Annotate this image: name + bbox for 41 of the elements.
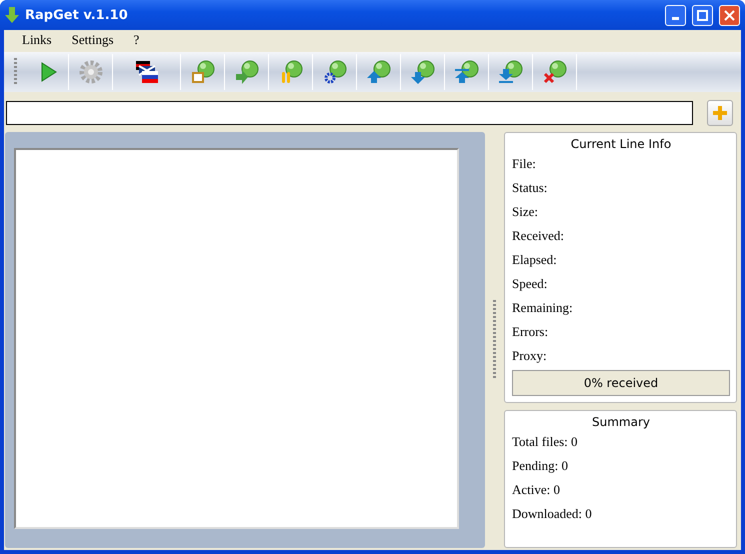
info-label: Remaining: bbox=[512, 299, 574, 317]
minimize-button[interactable] bbox=[665, 4, 686, 26]
flags-icon bbox=[134, 59, 160, 85]
progress-text: 0% received bbox=[584, 376, 658, 390]
info-label: Errors: bbox=[512, 323, 550, 341]
ball-icon bbox=[190, 59, 216, 85]
info-label: Speed: bbox=[512, 275, 548, 293]
menu-item[interactable]: Settings bbox=[62, 32, 124, 48]
ball-icon bbox=[410, 59, 436, 85]
summary-label: Downloaded: 0 bbox=[512, 505, 593, 523]
info-label: Proxy: bbox=[512, 347, 548, 365]
ball-icon bbox=[366, 59, 392, 85]
info-label: Elapsed: bbox=[512, 251, 558, 269]
download-arrow-icon bbox=[5, 7, 19, 23]
summary-label: Total files: 0 bbox=[512, 433, 579, 451]
info-label: File: bbox=[512, 155, 537, 173]
splitter-handle[interactable] bbox=[493, 300, 496, 380]
plus-icon bbox=[712, 105, 728, 121]
add-button[interactable] bbox=[707, 100, 733, 126]
ball-icon bbox=[322, 59, 348, 85]
minimize-icon bbox=[672, 17, 679, 20]
menu-item[interactable]: Links bbox=[12, 32, 62, 48]
summary-label: Pending: 0 bbox=[512, 457, 569, 475]
close-button[interactable] bbox=[719, 4, 740, 26]
info-label: Received: bbox=[512, 227, 565, 245]
close-icon bbox=[724, 10, 735, 20]
info-label: Size: bbox=[512, 203, 539, 221]
maximize-icon bbox=[697, 10, 708, 20]
ball-icon bbox=[234, 59, 260, 85]
panel-title: Summary bbox=[591, 415, 651, 429]
summary-label: Active: 0 bbox=[512, 481, 562, 499]
ball-icon bbox=[498, 59, 524, 85]
link-field[interactable] bbox=[6, 101, 693, 125]
info-label: Status: bbox=[512, 179, 548, 197]
maximize-button[interactable] bbox=[692, 4, 713, 26]
settings-icon bbox=[78, 59, 104, 85]
ball-icon bbox=[542, 59, 568, 85]
window-title: RapGet v.1.10 bbox=[25, 8, 128, 22]
menu-item[interactable]: ? bbox=[124, 32, 150, 48]
ball-icon bbox=[454, 59, 480, 85]
panel-title: Current Line Info bbox=[570, 137, 672, 151]
